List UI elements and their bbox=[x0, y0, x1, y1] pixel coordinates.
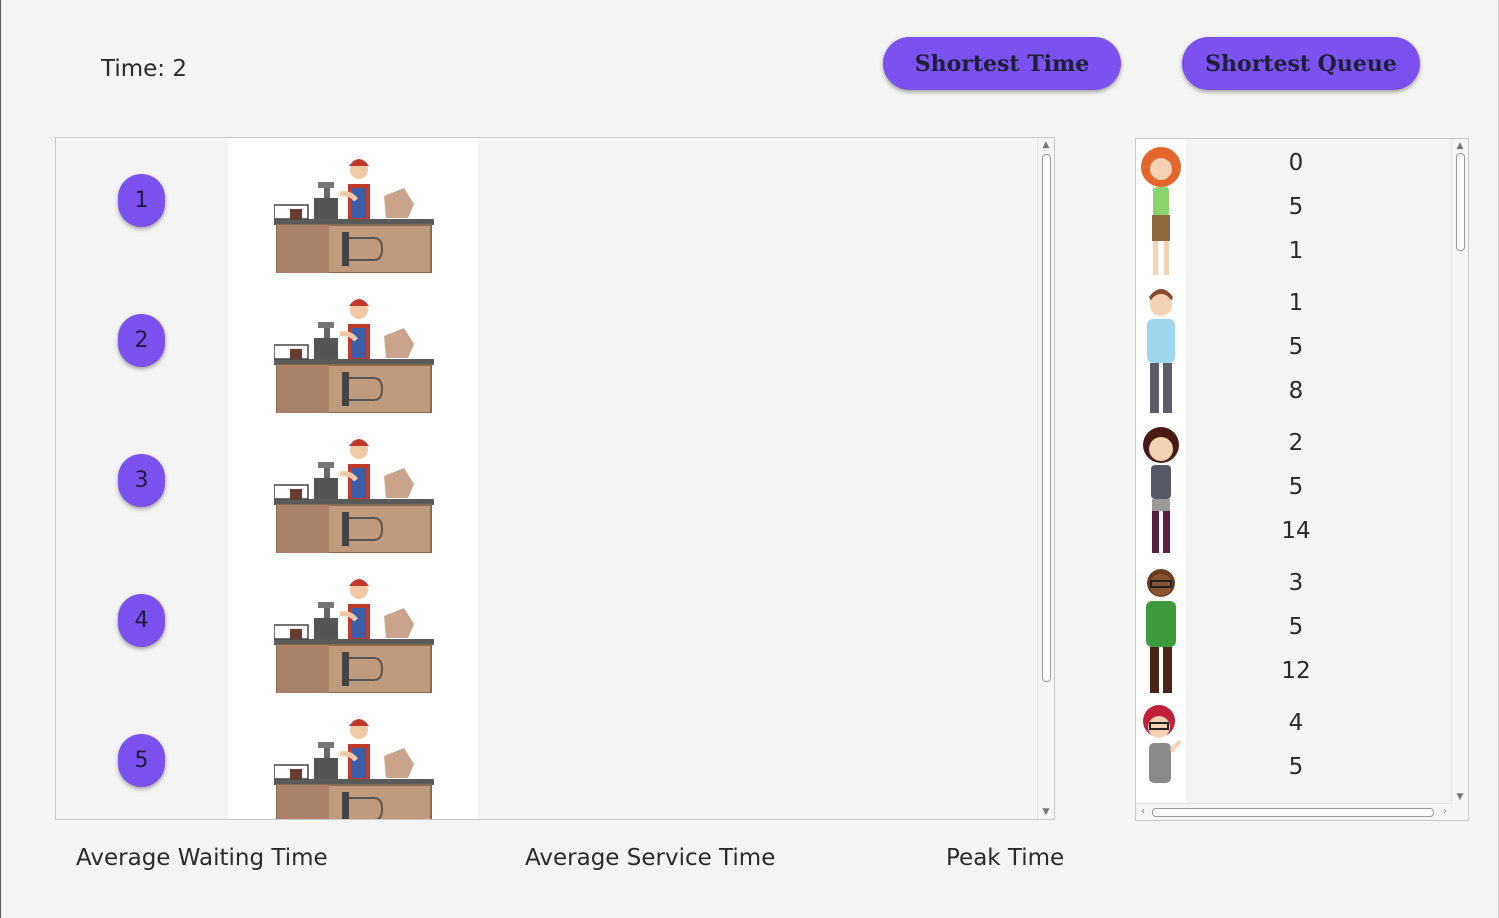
customer-4-value-3: 12 bbox=[1281, 658, 1311, 684]
scroll-left-arrow-icon[interactable]: ‹ bbox=[1136, 804, 1150, 820]
customer-5-value-2: 5 bbox=[1288, 754, 1304, 780]
customer-4-value-2: 5 bbox=[1288, 614, 1304, 640]
queue-panel[interactable]: 1 2 3 4 5 ▲ ▼ bbox=[55, 137, 1055, 820]
man-green-sweater-avatar-icon bbox=[1146, 569, 1176, 693]
scroll-right-arrow-icon[interactable]: › bbox=[1438, 804, 1452, 820]
customer-2-value-3: 8 bbox=[1288, 378, 1304, 404]
queue-vertical-scrollbar[interactable]: ▲ ▼ bbox=[1037, 138, 1054, 819]
man-blue-shirt-avatar-icon bbox=[1147, 289, 1175, 413]
scroll-down-arrow-icon[interactable]: ▼ bbox=[1038, 805, 1054, 819]
peak-time-label: Peak Time bbox=[946, 845, 1065, 871]
lane-badge-4[interactable]: 4 bbox=[118, 594, 165, 647]
lane-badge-2[interactable]: 2 bbox=[118, 314, 165, 367]
scroll-thumb[interactable] bbox=[1152, 808, 1434, 817]
cashier-icon bbox=[274, 159, 434, 273]
customer-5-value-1: 4 bbox=[1288, 710, 1304, 736]
shortest-queue-button[interactable]: Shortest Queue bbox=[1182, 37, 1420, 90]
scroll-down-arrow-icon[interactable]: ▼ bbox=[1452, 790, 1468, 804]
customer-2-value-2: 5 bbox=[1288, 334, 1304, 360]
lane-badge-1[interactable]: 1 bbox=[118, 174, 165, 227]
lane-badge-5[interactable]: 5 bbox=[118, 734, 165, 787]
window-left-border bbox=[0, 0, 1, 918]
customer-1-value-1: 0 bbox=[1288, 150, 1304, 176]
customer-1-value-2: 5 bbox=[1288, 194, 1304, 220]
average-waiting-time-label: Average Waiting Time bbox=[76, 845, 328, 871]
scroll-thumb[interactable] bbox=[1456, 153, 1465, 251]
scroll-up-arrow-icon[interactable]: ▲ bbox=[1452, 139, 1468, 153]
customer-vertical-scrollbar[interactable]: ▲ ▼ bbox=[1451, 139, 1468, 804]
lane-badge-3[interactable]: 3 bbox=[118, 454, 165, 507]
time-label: Time: 2 bbox=[101, 56, 187, 82]
customer-3-value-2: 5 bbox=[1288, 474, 1304, 500]
scroll-up-arrow-icon[interactable]: ▲ bbox=[1038, 138, 1054, 152]
customer-3-value-1: 2 bbox=[1288, 430, 1304, 456]
cashier-icon bbox=[274, 719, 434, 819]
customer-4-value-1: 3 bbox=[1288, 570, 1304, 596]
average-service-time-label: Average Service Time bbox=[525, 845, 776, 871]
customer-list-panel[interactable]: 0 5 1 1 5 8 2 5 14 3 5 12 4 5 ▲ ▼ ‹ › bbox=[1135, 138, 1469, 821]
woman-dark-hair-avatar-icon bbox=[1143, 427, 1179, 553]
cashier-icon bbox=[274, 299, 434, 413]
customer-3-value-3: 14 bbox=[1281, 518, 1311, 544]
customer-1-value-3: 1 bbox=[1288, 238, 1304, 264]
cashier-icon bbox=[274, 579, 434, 693]
customer-horizontal-scrollbar[interactable]: ‹ › bbox=[1136, 803, 1452, 820]
customer-2-value-1: 1 bbox=[1288, 290, 1304, 316]
shortest-time-button[interactable]: Shortest Time bbox=[883, 37, 1121, 90]
cashier-icon bbox=[274, 439, 434, 553]
scroll-thumb[interactable] bbox=[1042, 154, 1051, 682]
woman-red-hair-avatar-icon bbox=[1141, 147, 1181, 275]
